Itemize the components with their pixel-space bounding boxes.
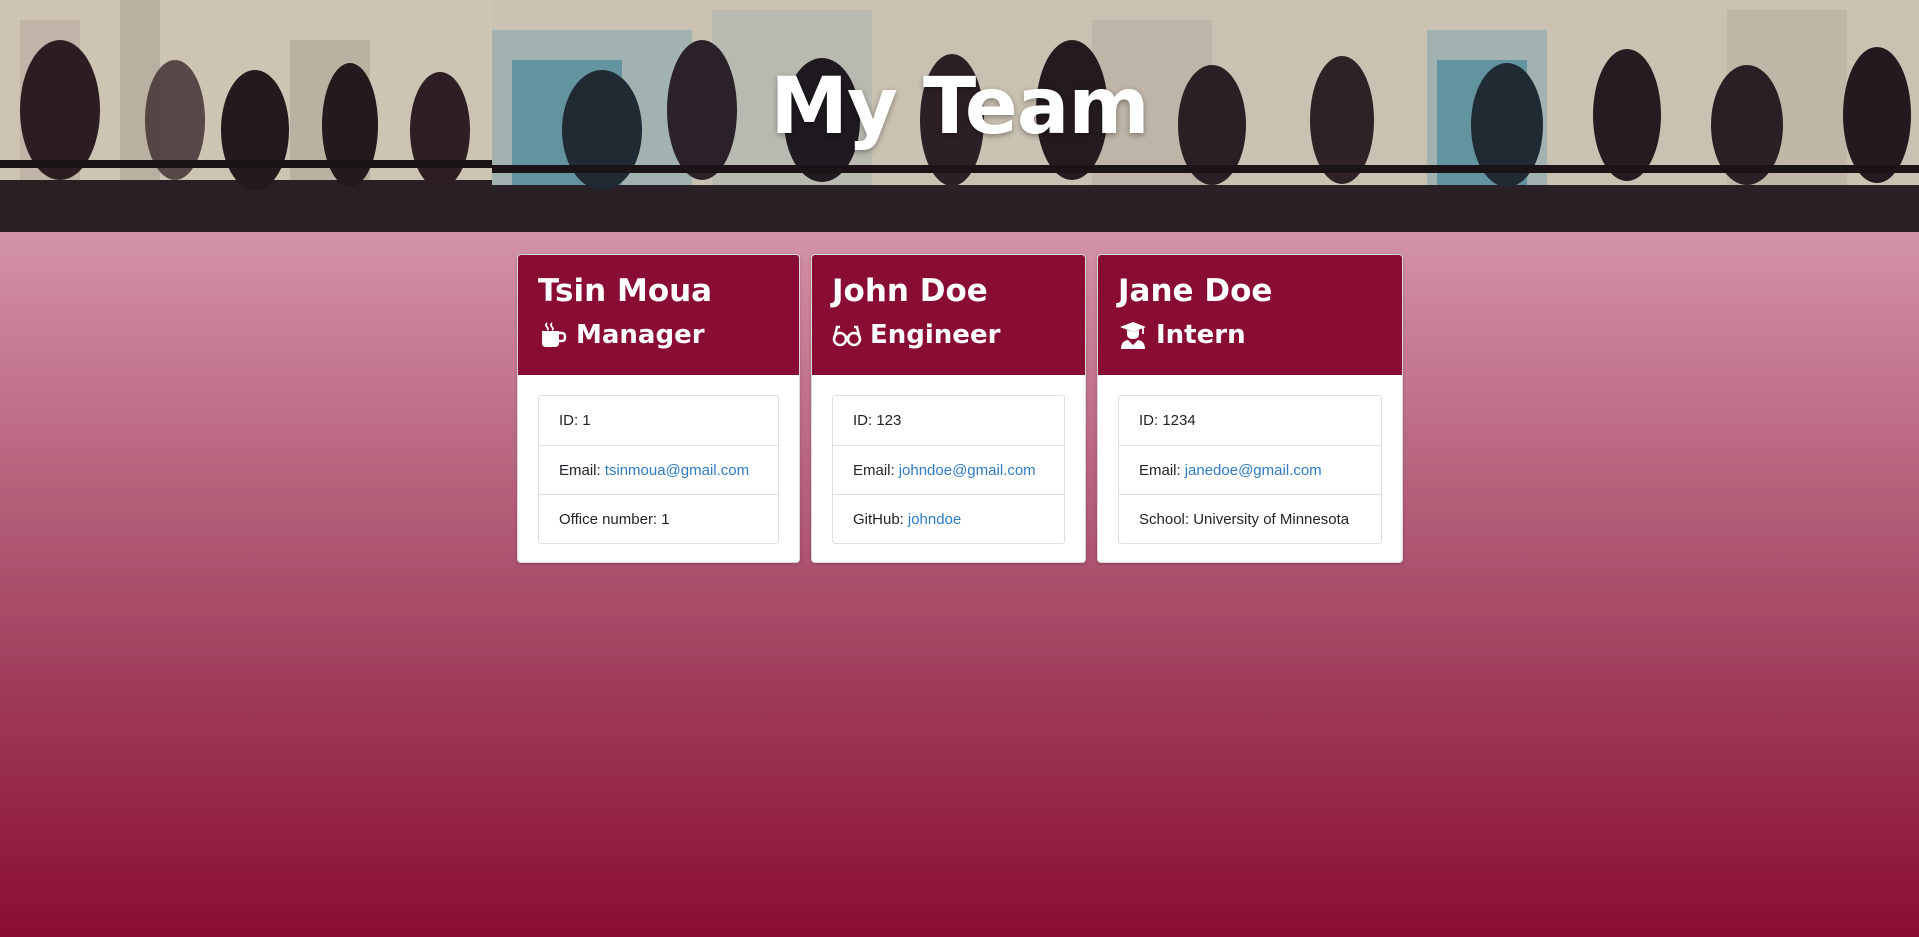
- details-list: ID: 1 Email: tsinmoua@gmail.com Office n…: [538, 395, 779, 544]
- github-link[interactable]: johndoe: [908, 511, 961, 528]
- employee-role: Engineer: [832, 317, 1065, 353]
- email-label: Email:: [1139, 461, 1181, 479]
- email-item: Email: janedoe@gmail.com: [1119, 445, 1381, 494]
- employee-name: John Doe: [832, 273, 988, 309]
- details-list: ID: 1234 Email: janedoe@gmail.com School…: [1118, 395, 1382, 544]
- employee-role: Manager: [538, 317, 779, 353]
- id-item: ID: 1234: [1119, 396, 1381, 445]
- email-item: Email: tsinmoua@gmail.com: [539, 445, 778, 494]
- id-item: ID: 123: [833, 396, 1064, 445]
- page-title: My Team: [770, 62, 1149, 152]
- card-header: Jane Doe Intern: [1098, 255, 1402, 375]
- id-text: ID: 1234: [1139, 412, 1196, 429]
- email-label: Email:: [559, 461, 601, 479]
- card-header: John Doe Engineer: [812, 255, 1085, 375]
- graduate-icon: [1118, 320, 1148, 350]
- details-list: ID: 123 Email: johndoe@gmail.com GitHub:…: [832, 395, 1065, 544]
- github-item: GitHub: johndoe: [833, 494, 1064, 543]
- email-link[interactable]: janedoe@gmail.com: [1185, 462, 1322, 479]
- glasses-icon: [832, 320, 862, 350]
- employee-card: Jane Doe Intern ID: 1234 Email: janedoe@…: [1097, 254, 1403, 563]
- employee-card: John Doe Engineer ID: 123 Email: johndoe…: [811, 254, 1086, 563]
- employee-card: Tsin Moua Manager ID: 1 Email: tsinmoua@…: [517, 254, 800, 563]
- employee-role: Intern: [1118, 317, 1382, 353]
- card-header: Tsin Moua Manager: [518, 255, 799, 375]
- role-label: Manager: [576, 320, 705, 350]
- employee-name: Tsin Moua: [538, 273, 713, 309]
- id-text: ID: 1: [559, 412, 591, 429]
- school-item: School: University of Minnesota: [1119, 494, 1381, 543]
- office-number-item: Office number: 1: [539, 494, 778, 543]
- github-label: GitHub:: [853, 510, 904, 528]
- school-text: School: University of Minnesota: [1139, 510, 1350, 528]
- email-link[interactable]: johndoe@gmail.com: [899, 462, 1036, 479]
- office-number-text: Office number: 1: [559, 510, 670, 528]
- employee-name: Jane Doe: [1118, 273, 1273, 309]
- role-label: Engineer: [870, 320, 1001, 350]
- header-banner: My Team: [0, 0, 1919, 232]
- id-item: ID: 1: [539, 396, 778, 445]
- id-text: ID: 123: [853, 412, 902, 429]
- email-item: Email: johndoe@gmail.com: [833, 445, 1064, 494]
- role-label: Intern: [1156, 320, 1246, 350]
- email-link[interactable]: tsinmoua@gmail.com: [605, 462, 749, 479]
- email-label: Email:: [853, 461, 895, 479]
- coffee-icon: [538, 320, 568, 350]
